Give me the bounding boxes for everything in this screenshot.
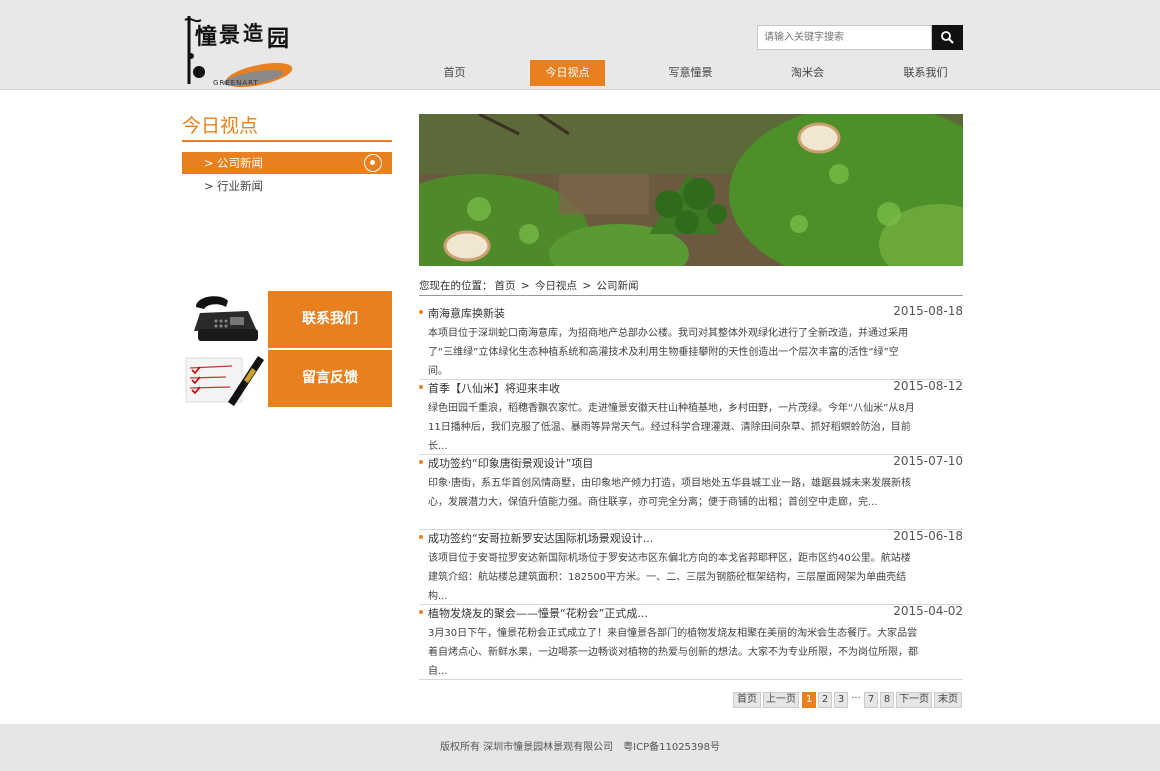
breadcrumb-link-home[interactable]: 首页	[495, 280, 516, 292]
pager-last[interactable]: 末页	[934, 692, 962, 708]
footer: 版权所有 深圳市憧景园林景观有限公司 粤ICP备11025398号	[0, 724, 1160, 771]
news-summary: 本项目位于深圳蛇口南海意库，为招商地产总部办公楼。我司对其整体外观绿化进行了全新…	[428, 328, 908, 377]
contact-us-button[interactable]: 联系我们	[268, 291, 392, 348]
footer-copyright: 版权所有 深圳市憧景园林景观有限公司 粤ICP备11025398号	[439, 742, 721, 753]
pager-page[interactable]: 7	[864, 692, 878, 708]
bullet-icon	[419, 610, 423, 614]
news-title-link[interactable]: 植物发烧友的聚会——憧景“花粉会”正式成...	[428, 605, 648, 621]
breadcrumb: 您现在的位置： 首页 > 今日视点 > 公司新闻	[419, 278, 963, 296]
chevron-right-icon: >	[517, 280, 533, 292]
chevron-right-icon: >	[204, 156, 214, 170]
bullet-icon	[419, 460, 423, 464]
contact-box: 联系我们	[182, 291, 392, 348]
svg-text:园: 园	[267, 26, 289, 52]
news-item: 首季【八仙米】将迎来丰收 2015-08-12 绿色田园千重浪，稻穗香飘农家忙。…	[419, 379, 963, 455]
header: 憧 景 造 园 GREENART 首页 今日视点 写意憧景 淘米会 联系我们	[0, 0, 1160, 90]
logo[interactable]: 憧 景 造 园 GREENART	[183, 12, 298, 90]
chevron-right-icon: >	[578, 280, 595, 292]
bullet-icon	[419, 385, 423, 389]
search-icon	[941, 31, 954, 44]
news-summary: 印象·唐街，系五华首创风情商墅，由印象地产倾力打造，项目地处五华县城工业一路，雄…	[428, 478, 912, 508]
news-date: 2015-04-02	[893, 604, 963, 618]
main-nav: 首页 今日视点 写意憧景 淘米会 联系我们	[409, 60, 969, 86]
news-date: 2015-07-10	[893, 454, 963, 468]
news-title-link[interactable]: 成功签约“印象唐街景观设计”项目	[428, 455, 593, 471]
search-input[interactable]	[757, 25, 932, 50]
news-title-link[interactable]: 首季【八仙米】将迎来丰收	[428, 380, 560, 396]
bullet-icon	[419, 535, 423, 539]
sidebar-item-label: 公司新闻	[217, 156, 263, 170]
news-date: 2015-06-18	[893, 529, 963, 543]
telephone-icon	[182, 291, 268, 348]
news-date: 2015-08-12	[893, 379, 963, 393]
pager-next[interactable]: 下一页	[896, 692, 932, 708]
news-summary: 该项目位于安哥拉罗安达新国际机场位于罗安达市区东偏北方向的本戈省邦耶秤区，距市区…	[428, 553, 911, 602]
banner-image	[419, 114, 963, 266]
pager-ellipsis: ···	[851, 693, 861, 704]
pager-page[interactable]: 3	[834, 692, 848, 708]
pager-page[interactable]: 8	[880, 692, 894, 708]
svg-text:造: 造	[243, 21, 264, 45]
news-item: 成功签约“印象唐街景观设计”项目 2015-07-10 印象·唐街，系五华首创风…	[419, 454, 963, 530]
svg-text:景: 景	[219, 22, 240, 47]
feedback-button[interactable]: 留言反馈	[268, 350, 392, 407]
news-item: 成功签约“安哥拉新罗安达国际机场景观设计... 2015-06-18 该项目位于…	[419, 529, 963, 605]
sidebar-title: 今日视点	[182, 114, 392, 142]
news-item: 植物发烧友的聚会——憧景“花粉会”正式成... 2015-04-02 3月30日…	[419, 604, 963, 680]
chevron-right-icon: >	[204, 179, 214, 193]
nav-item-home[interactable]: 首页	[417, 60, 492, 86]
nav-item-today[interactable]: 今日视点	[530, 60, 605, 86]
feedback-box: 留言反馈	[182, 350, 392, 407]
pager-page[interactable]: 2	[818, 692, 832, 708]
pen-form-icon	[182, 350, 268, 407]
sidebar-item-industry-news[interactable]: > 行业新闻	[182, 175, 392, 197]
news-title-link[interactable]: 南海意库换新装	[428, 305, 505, 321]
news-summary: 绿色田园千重浪，稻穗香飘农家忙。走进憧景安徽天柱山种植基地，乡村田野，一片茂绿。…	[428, 403, 915, 452]
breadcrumb-prefix: 您现在的位置：	[419, 280, 493, 292]
sidebar-item-label: 行业新闻	[217, 179, 263, 193]
svg-text:憧: 憧	[195, 24, 217, 50]
pager-first[interactable]: 首页	[733, 692, 761, 708]
news-date: 2015-08-18	[893, 304, 963, 318]
sidebar-item-company-news[interactable]: > 公司新闻	[182, 152, 392, 174]
news-summary: 3月30日下午，憧景花粉会正式成立了！来自憧景各部门的植物发烧友相聚在美丽的淘米…	[428, 628, 918, 677]
breadcrumb-link-company-news[interactable]: 公司新闻	[596, 280, 638, 292]
search-button[interactable]	[932, 25, 963, 50]
nav-item-contact[interactable]: 联系我们	[888, 60, 963, 86]
bullet-icon	[419, 310, 423, 314]
nav-item-taomi[interactable]: 淘米会	[770, 60, 845, 86]
pager-prev[interactable]: 上一页	[763, 692, 799, 708]
pager-page[interactable]: 1	[802, 692, 816, 708]
news-item: 南海意库换新装 2015-08-18 本项目位于深圳蛇口南海意库，为招商地产总部…	[419, 304, 963, 380]
logo-sub-text: GREENART	[213, 79, 259, 87]
search-bar	[757, 25, 963, 50]
nav-item-scenery[interactable]: 写意憧景	[653, 60, 728, 86]
radio-circle-icon	[364, 154, 382, 172]
breadcrumb-link-today[interactable]: 今日视点	[535, 280, 577, 292]
news-title-link[interactable]: 成功签约“安哥拉新罗安达国际机场景观设计...	[428, 530, 653, 546]
